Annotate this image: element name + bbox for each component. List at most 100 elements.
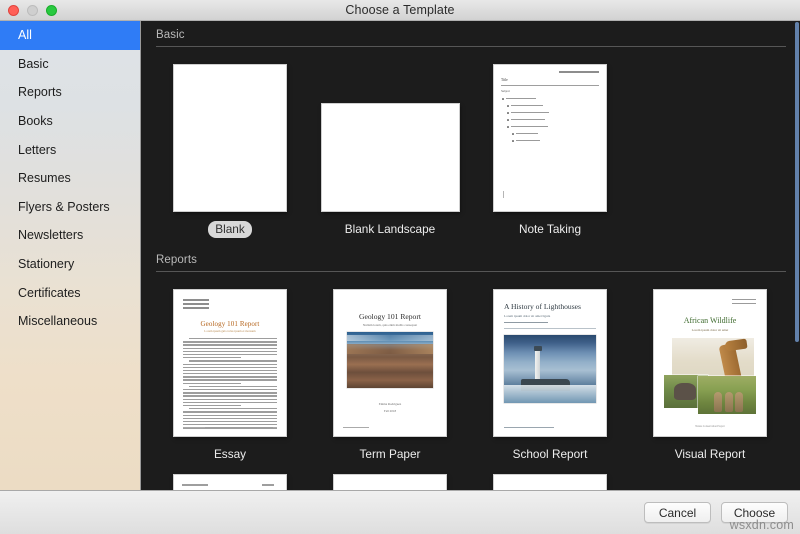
template-row-partial (142, 475, 800, 490)
preview-lighthouse-photo (504, 335, 596, 403)
maximize-button[interactable] (46, 5, 57, 16)
template-thumbnail-partial[interactable] (494, 475, 606, 490)
template-thumbnail-blank-landscape[interactable] (321, 104, 459, 211)
template-card-school-report[interactable]: A History of Lighthouses Lorem ipsum dol… (470, 284, 630, 463)
sidebar-item-books[interactable]: Books (0, 107, 140, 136)
template-card-partial[interactable] (310, 475, 470, 490)
preview-meta-line (504, 322, 548, 324)
template-thumbnail-essay[interactable]: Geology 101 Report Lorem ipsum gula velu… (174, 290, 286, 436)
thumbnail-wrapper: Title Subject (470, 59, 630, 211)
preview-subject: Subject (501, 89, 510, 93)
preview-footer-mark (343, 426, 369, 428)
preview-title: Title (501, 78, 508, 82)
preview-subtitle: Lorem ipsum dolor sit amet ligula (504, 314, 551, 318)
template-thumbnail-term-paper[interactable]: Geology 101 Report Nullam lorem, quis en… (334, 290, 446, 436)
preview-title: Geology 101 Report (200, 320, 260, 328)
template-gallery[interactable]: Basic Blank Blank Landscape Title Subjec… (142, 21, 800, 490)
gallery-scroll-content: Basic Blank Blank Landscape Title Subjec… (142, 21, 800, 490)
sidebar-item-reports[interactable]: Reports (0, 78, 140, 107)
preview-body-lines (183, 338, 277, 430)
template-thumbnail-partial[interactable] (334, 475, 446, 490)
sidebar-item-label: Flyers & Posters (18, 199, 110, 214)
preview-page-number (273, 426, 277, 428)
thumbnail-wrapper: A History of Lighthouses Lorem ipsum dol… (470, 284, 630, 436)
preview-canyon-photo (347, 332, 433, 388)
template-card-essay[interactable]: Geology 101 Report Lorem ipsum gula velu… (150, 284, 310, 463)
sidebar-item-label: Certificates (18, 285, 81, 300)
sidebar-item-label: Resumes (18, 171, 71, 186)
sidebar-item-label: Reports (18, 85, 62, 100)
sidebar-item-certificates[interactable]: Certificates (0, 278, 140, 307)
choose-template-dialog: Choose a Template All Basic Reports Book… (0, 0, 800, 534)
template-row-reports: Geology 101 Report Lorem ipsum gula velu… (142, 272, 800, 463)
sidebar-item-label: Books (18, 114, 53, 129)
window-titlebar: Choose a Template (0, 0, 800, 21)
preview-meta-lines (732, 299, 756, 307)
preview-title: Geology 101 Report (358, 312, 421, 321)
note-taking-preview: Title Subject (494, 65, 606, 211)
template-thumbnail-note-taking[interactable]: Title Subject (494, 65, 606, 211)
sidebar-item-label: Basic (18, 56, 49, 71)
school-report-preview: A History of Lighthouses Lorem ipsum dol… (494, 290, 606, 436)
preview-footer-mark (503, 191, 504, 198)
sidebar-item-miscellaneous[interactable]: Miscellaneous (0, 307, 140, 336)
template-card-blank-landscape[interactable]: Blank Landscape (310, 59, 470, 238)
template-card-visual-report[interactable]: African Wildlife Lorem ipsum dolor sit a… (630, 284, 790, 463)
watermark-text: wsxdn.com (729, 518, 794, 532)
sidebar-item-label: Newsletters (18, 228, 84, 243)
preview-subtitle: Lorem ipsum gula velus ipsum et monsum (204, 329, 256, 333)
preview-meerkats-photo (698, 376, 756, 414)
cancel-button[interactable]: Cancel (644, 502, 711, 523)
preview-date-line: Fall 2018 (383, 409, 397, 413)
preview-meta-lines (183, 299, 209, 311)
sidebar-item-flyers-posters[interactable]: Flyers & Posters (0, 193, 140, 222)
sidebar-item-stationery[interactable]: Stationery (0, 250, 140, 279)
section-heading-basic: Basic (156, 29, 185, 41)
sidebar-item-letters[interactable]: Letters (0, 135, 140, 164)
close-button[interactable] (8, 5, 19, 16)
minimize-button[interactable] (27, 5, 38, 16)
preview-title: African Wildlife (683, 316, 737, 325)
template-label: Blank Landscape (344, 222, 436, 236)
gallery-scrollbar[interactable] (795, 22, 799, 342)
window-title: Choose a Template (345, 3, 455, 17)
preview-author-line: Emma Rodriguez (378, 402, 402, 406)
template-card-term-paper[interactable]: Geology 101 Report Nullam lorem, quis en… (310, 284, 470, 463)
template-label: Visual Report (674, 447, 746, 461)
template-card-blank[interactable]: Blank (150, 59, 310, 238)
thumbnail-wrapper: African Wildlife Lorem ipsum dolor sit a… (630, 284, 790, 436)
sidebar-item-all[interactable]: All (0, 21, 140, 50)
template-thumbnail-school-report[interactable]: A History of Lighthouses Lorem ipsum dol… (494, 290, 606, 436)
preview-rule (504, 328, 596, 329)
template-label: Blank (208, 221, 252, 238)
template-card-partial[interactable] (150, 475, 310, 490)
term-paper-preview: Geology 101 Report Nullam lorem, quis en… (334, 290, 446, 436)
dialog-footer: Cancel Choose wsxdn.com (0, 490, 800, 534)
template-thumbnail-partial[interactable] (174, 475, 286, 490)
sidebar-item-resumes[interactable]: Resumes (0, 164, 140, 193)
section-heading-reports: Reports (156, 254, 197, 266)
sidebar-item-label: All (18, 28, 32, 43)
essay-preview: Geology 101 Report Lorem ipsum gula velu… (174, 290, 286, 436)
template-thumbnail-blank[interactable] (174, 65, 286, 211)
thumbnail-wrapper (310, 59, 470, 211)
thumbnail-wrapper: Geology 101 Report Lorem ipsum gula velu… (150, 284, 310, 436)
thumbnail-wrapper (150, 59, 310, 211)
preview-footer-text: Nature Conservation Project (695, 425, 725, 428)
template-label: Note Taking (518, 222, 582, 236)
template-row-basic: Blank Blank Landscape Title Subject Note… (142, 47, 800, 238)
category-sidebar[interactable]: All Basic Reports Books Letters Resumes … (0, 21, 141, 490)
preview-footer-mark (504, 426, 554, 428)
preview-title: A History of Lighthouses (504, 302, 581, 311)
template-card-partial[interactable] (470, 475, 630, 490)
template-label: Term Paper (359, 447, 421, 461)
window-controls (8, 5, 57, 16)
preview-rule (501, 85, 599, 86)
thumbnail-wrapper: Geology 101 Report Nullam lorem, quis en… (310, 284, 470, 436)
preview-subtitle: Lorem ipsum dolor sit amet (691, 328, 729, 332)
template-thumbnail-visual-report[interactable]: African Wildlife Lorem ipsum dolor sit a… (654, 290, 766, 436)
template-card-note-taking[interactable]: Title Subject Note Taking (470, 59, 630, 238)
preview-subtitle: Nullam lorem, quis enim mollis consequat (362, 323, 418, 327)
sidebar-item-basic[interactable]: Basic (0, 50, 140, 79)
sidebar-item-newsletters[interactable]: Newsletters (0, 221, 140, 250)
